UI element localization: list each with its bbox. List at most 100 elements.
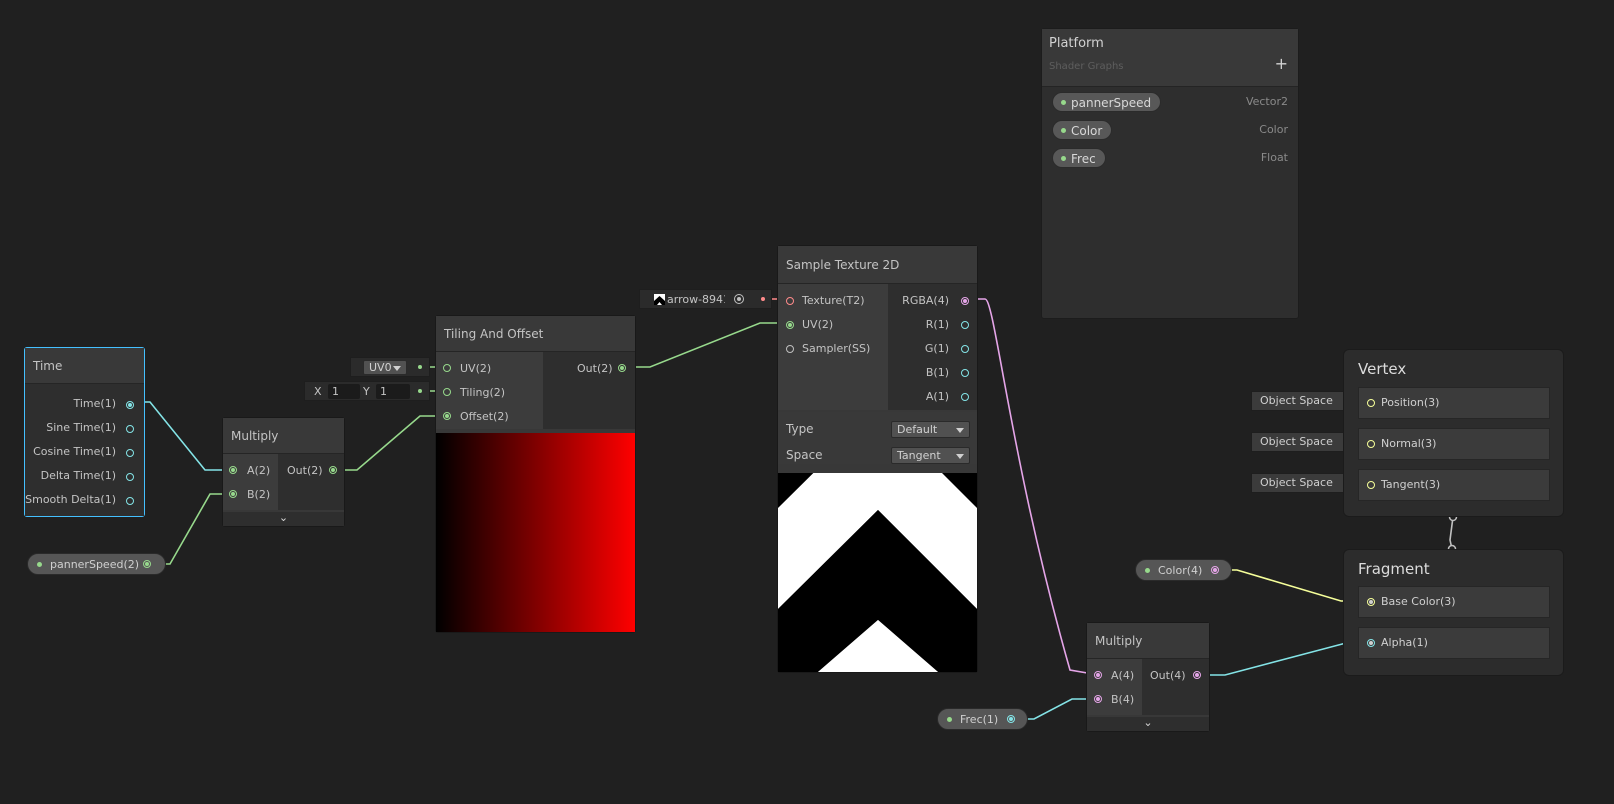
- port-label: Time(1): [73, 397, 116, 410]
- input-port-b[interactable]: [1094, 695, 1102, 703]
- space-field-value: Object Space: [1260, 435, 1333, 448]
- tiling-x-label: X: [314, 385, 322, 398]
- output-port[interactable]: [143, 560, 151, 568]
- port-label: Sampler(SS): [802, 342, 871, 355]
- output-port[interactable]: [329, 466, 337, 474]
- output-port[interactable]: [126, 449, 134, 457]
- input-port-uv[interactable]: [786, 321, 794, 329]
- output-port[interactable]: [126, 401, 134, 409]
- property-label: Frec(1): [960, 713, 999, 726]
- texture-preview-image: [778, 473, 977, 672]
- port-label: Smooth Delta(1): [25, 493, 116, 506]
- input-port-b[interactable]: [229, 490, 237, 498]
- tangent-block[interactable]: Tangent(3): [1358, 469, 1550, 501]
- tangent-space-field[interactable]: Object Space: [1251, 473, 1354, 493]
- space-value: Tangent: [897, 449, 941, 462]
- blackboard-panel[interactable]: Platform Shader Graphs + pannerSpeed Vec…: [1041, 28, 1299, 319]
- output-port-b[interactable]: [961, 369, 969, 377]
- texture-asset-field[interactable]: arrow-8941(: [639, 289, 772, 309]
- output-port[interactable]: [1211, 566, 1219, 574]
- multiply-node[interactable]: Multiply A(2) B(2) Out(2) ⌄: [222, 417, 345, 527]
- output-port[interactable]: [618, 364, 626, 372]
- block-label: Normal(3): [1381, 437, 1437, 450]
- input-port-a[interactable]: [1094, 671, 1102, 679]
- output-port[interactable]: [126, 473, 134, 481]
- property-chip[interactable]: pannerSpeed: [1052, 92, 1162, 112]
- port-label: Cosine Time(1): [33, 445, 116, 458]
- tiling-x-value: 1: [332, 385, 339, 398]
- normal-block[interactable]: Normal(3): [1358, 428, 1550, 460]
- property-row[interactable]: pannerSpeed Vector2: [1052, 92, 1288, 112]
- property-chip[interactable]: Color: [1052, 120, 1113, 140]
- expand-chevron-icon[interactable]: ⌄: [1087, 717, 1209, 731]
- alpha-block[interactable]: Alpha(1): [1358, 627, 1550, 659]
- input-port-tiling[interactable]: [443, 388, 451, 396]
- vertex-context[interactable]: Vertex Position(3) Normal(3) Tangent(3): [1343, 349, 1564, 517]
- input-port[interactable]: [1367, 639, 1375, 647]
- panner-speed-property-node[interactable]: pannerSpeed(2): [27, 553, 166, 575]
- space-dropdown[interactable]: Tangent: [891, 447, 970, 464]
- property-dot: [1061, 128, 1066, 133]
- input-port-a[interactable]: [229, 466, 237, 474]
- node-title: Multiply: [223, 418, 344, 454]
- port-label: UV(2): [802, 318, 834, 331]
- uv-channel-value: UV0: [369, 361, 392, 374]
- expand-chevron-icon[interactable]: ⌄: [223, 512, 344, 526]
- output-port[interactable]: [126, 425, 134, 433]
- property-name: Color: [1071, 124, 1103, 138]
- property-chip[interactable]: Frec: [1052, 148, 1106, 168]
- color-property-node[interactable]: Color(4): [1135, 559, 1232, 581]
- output-port-rgba[interactable]: [961, 297, 969, 305]
- multiply-node[interactable]: Multiply A(4) B(4) Out(4) ⌄: [1086, 622, 1210, 732]
- input-port[interactable]: [1367, 440, 1375, 448]
- time-node[interactable]: Time Time(1) Sine Time(1) Cosine Time(1)…: [24, 347, 145, 517]
- output-port[interactable]: [126, 497, 134, 505]
- blackboard-title: Platform: [1049, 36, 1104, 51]
- output-port[interactable]: [1193, 671, 1201, 679]
- property-row[interactable]: Frec Float: [1052, 148, 1288, 168]
- type-dropdown[interactable]: Default: [891, 421, 970, 438]
- object-picker-icon[interactable]: [734, 294, 744, 304]
- tiling-y-input[interactable]: 1: [376, 384, 410, 399]
- sample-texture-2d-node[interactable]: Sample Texture 2D Texture(T2) UV(2) Samp…: [777, 245, 978, 673]
- position-block[interactable]: Position(3): [1358, 387, 1550, 419]
- input-port-offset[interactable]: [443, 412, 451, 420]
- add-property-button[interactable]: +: [1275, 54, 1288, 73]
- wire-multiply-to-offset: [333, 415, 446, 471]
- fragment-context[interactable]: Fragment Base Color(3) Alpha(1): [1343, 549, 1564, 676]
- output-port-a[interactable]: [961, 393, 969, 401]
- property-type: Color: [1259, 123, 1288, 136]
- port-label: Out(2): [287, 464, 323, 477]
- tiling-and-offset-node[interactable]: Tiling And Offset UV(2) Tiling(2) Offset…: [435, 315, 636, 633]
- uv-channel-dropdown[interactable]: UV0: [363, 360, 407, 375]
- tiling-vector-field[interactable]: X 1 Y 1: [304, 381, 430, 401]
- port-label: B(2): [247, 488, 271, 501]
- input-port[interactable]: [1367, 399, 1375, 407]
- input-port[interactable]: [1367, 481, 1375, 489]
- input-port-sampler[interactable]: [786, 345, 794, 353]
- normal-space-field[interactable]: Object Space: [1251, 432, 1354, 452]
- uv-channel-field[interactable]: UV0: [350, 357, 430, 377]
- port-label: UV(2): [460, 362, 492, 375]
- port-label: B(1): [925, 366, 949, 379]
- frec-property-node[interactable]: Frec(1): [937, 708, 1028, 730]
- port-label: A(2): [247, 464, 271, 477]
- port-label: Tiling(2): [460, 386, 506, 399]
- output-port-g[interactable]: [961, 345, 969, 353]
- port-label: Sine Time(1): [46, 421, 116, 434]
- input-port[interactable]: [1367, 598, 1375, 606]
- tiling-x-input[interactable]: 1: [328, 384, 360, 399]
- property-row[interactable]: Color Color: [1052, 120, 1288, 140]
- port-label: G(1): [924, 342, 949, 355]
- connector-dot: [418, 365, 422, 369]
- property-type: Vector2: [1245, 95, 1288, 108]
- input-port-texture[interactable]: [786, 297, 794, 305]
- block-label: Base Color(3): [1381, 595, 1456, 608]
- preview-image: [436, 433, 635, 632]
- position-space-field[interactable]: Object Space: [1251, 391, 1354, 411]
- output-port[interactable]: [1007, 715, 1015, 723]
- output-port-r[interactable]: [961, 321, 969, 329]
- node-title: Tiling And Offset: [436, 316, 635, 352]
- input-port-uv[interactable]: [443, 364, 451, 372]
- base-color-block[interactable]: Base Color(3): [1358, 586, 1550, 618]
